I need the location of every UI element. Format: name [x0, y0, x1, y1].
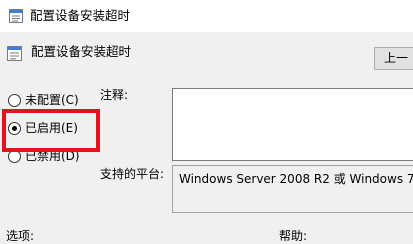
- previous-setting-button[interactable]: 上一: [374, 47, 413, 70]
- supported-on-field: Windows Server 2008 R2 或 Windows 7 及: [172, 165, 413, 213]
- help-label: 帮助:: [279, 229, 308, 243]
- policy-setting-icon: [7, 46, 22, 61]
- radio-circle[interactable]: [8, 94, 21, 107]
- supported-on-label: 支持的平台:: [100, 167, 165, 181]
- setting-title: 配置设备安装超时: [31, 44, 132, 59]
- title-bar: 配置设备安装超时: [0, 0, 413, 32]
- policy-setting-icon: [9, 9, 23, 23]
- options-label: 选项:: [6, 229, 35, 243]
- comment-textarea[interactable]: [172, 88, 413, 161]
- highlight-annotation-box: [2, 109, 100, 152]
- radio-label: 未配置(C): [25, 93, 79, 107]
- comment-label: 注释:: [100, 88, 129, 102]
- policy-editor-window: 配置设备安装超时 配置设备安装超时 上一 未配置(C) 已启用(E) 已禁用(D…: [0, 0, 413, 244]
- window-title: 配置设备安装超时: [30, 8, 131, 23]
